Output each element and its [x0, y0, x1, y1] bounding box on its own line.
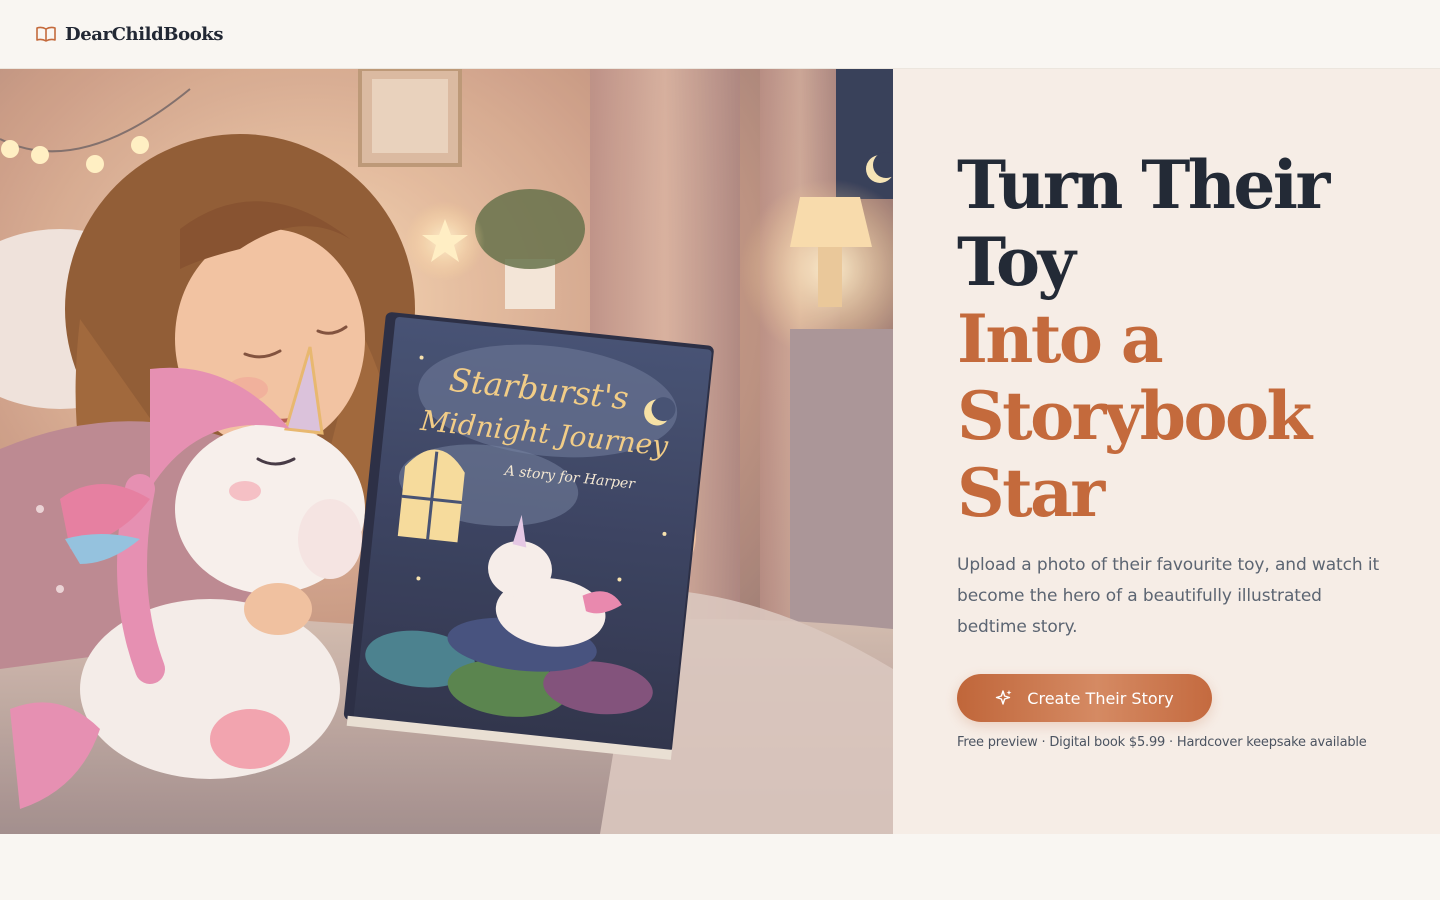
headline-accent-line: Storybook	[957, 377, 1312, 455]
headline-line: Turn Their	[957, 146, 1330, 224]
hero-section: Starburst's Midnight Journey A story for…	[0, 69, 1440, 834]
brand-logo[interactable]: DearChildBooks	[36, 22, 224, 46]
hero-content-panel: Turn Their Toy Into a Storybook Star Upl…	[893, 69, 1440, 834]
hero-subcopy: Upload a photo of their favourite toy, a…	[957, 555, 1380, 637]
pricing-info: Free preview · Digital book $5.99 · Hard…	[957, 735, 1367, 750]
brand-name: DearChildBooks	[65, 23, 224, 45]
headline-accent-line: Star	[957, 454, 1105, 532]
open-book-icon	[36, 25, 56, 43]
create-story-label: Create Their Story	[1027, 688, 1174, 708]
hero-illustration: Starburst's Midnight Journey A story for…	[0, 69, 893, 834]
headline-line: Toy	[957, 223, 1076, 301]
create-story-button[interactable]: Create Their Story	[957, 674, 1212, 722]
sparkles-icon	[995, 689, 1013, 707]
hero-headline: Turn Their Toy Into a Storybook Star	[957, 147, 1407, 532]
site-header: DearChildBooks	[0, 0, 1440, 69]
headline-accent-line: Into a	[957, 300, 1164, 378]
